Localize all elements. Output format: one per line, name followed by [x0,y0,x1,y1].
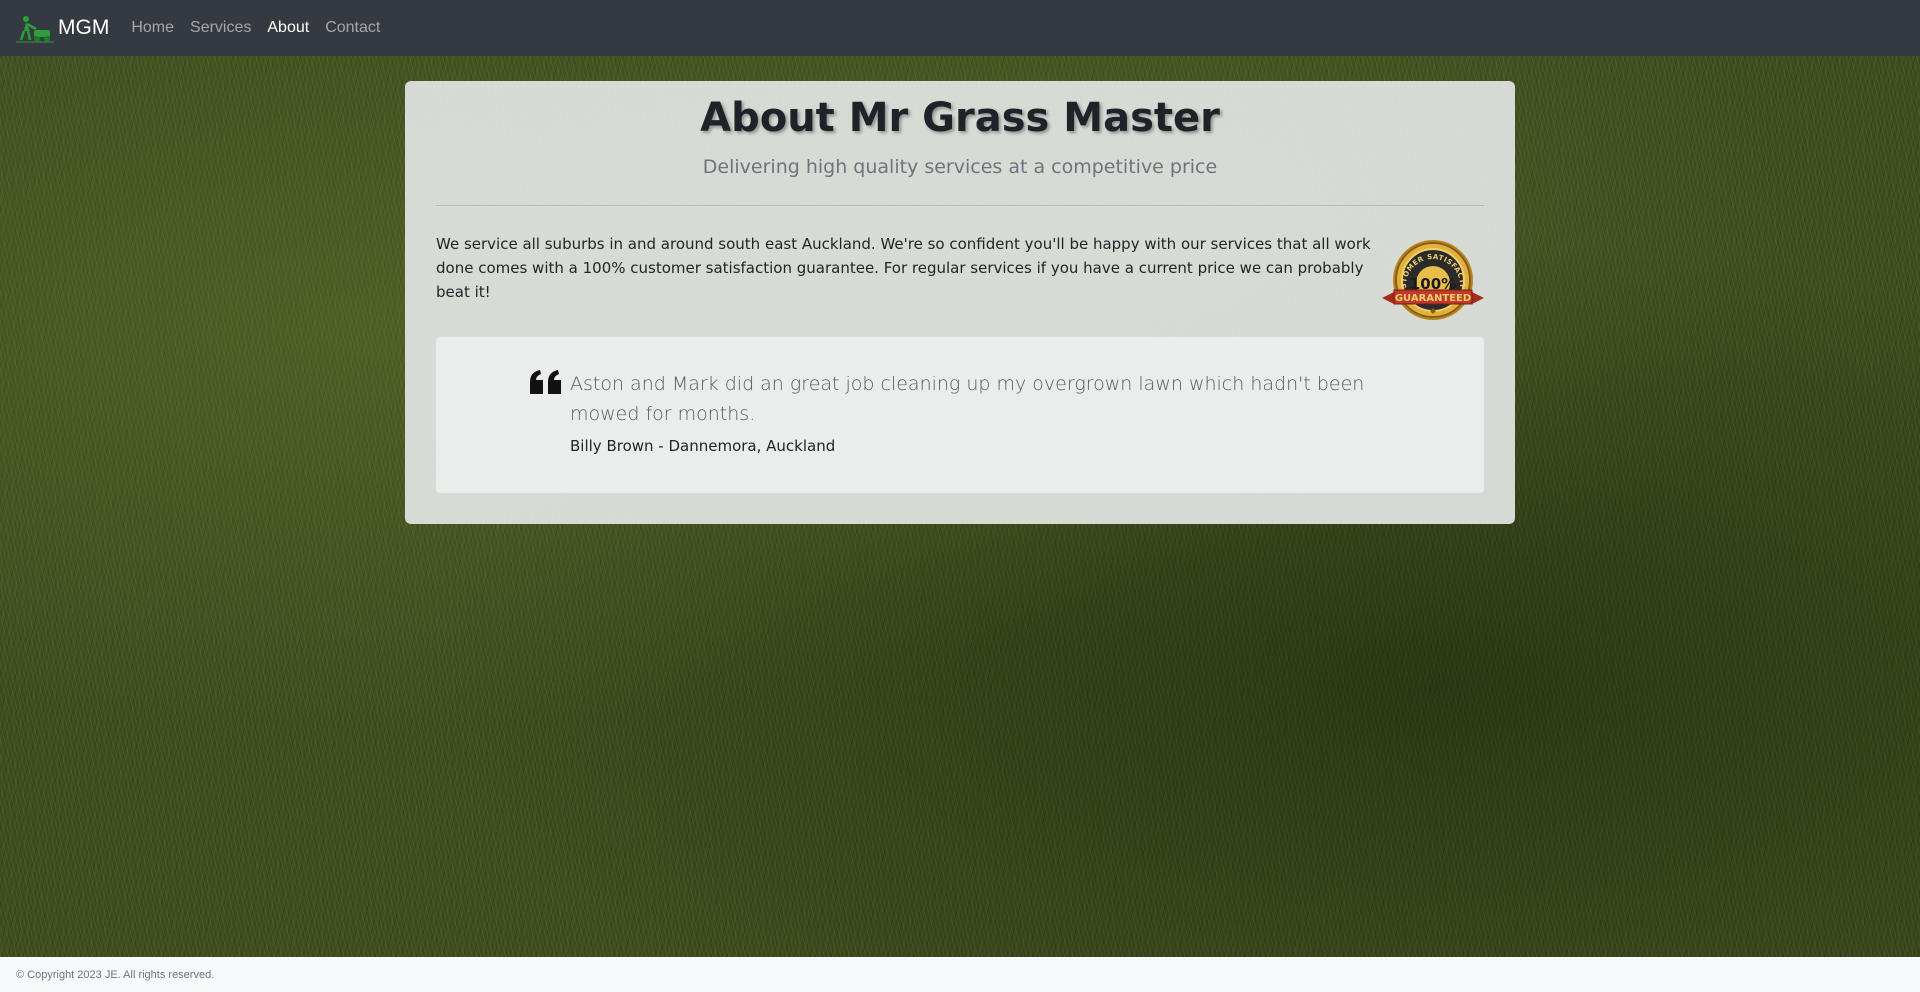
testimonial-author: Billy Brown - Dannemora, Auckland [570,437,836,455]
brand-name: MGM [58,16,110,39]
brand[interactable]: MGM [16,13,109,43]
top-navbar: MGM Home Services About Contact [0,0,1920,56]
quote-icon [530,370,561,394]
footer: © Copyright 2023 JE. All rights reserved… [0,957,1920,992]
nav-services-link[interactable]: Services [190,19,251,37]
nav-home-link[interactable]: Home [131,19,174,37]
testimonial-box: Aston and Mark did an great job cleaning… [436,337,1484,493]
nav-about-link[interactable]: About [267,19,309,37]
page-title: About Mr Grass Master [700,95,1220,141]
page-subtitle: Delivering high quality services at a co… [702,156,1218,178]
nav-contact-link[interactable]: Contact [325,19,380,37]
satisfaction-guarantee-badge: CUSTOMER SATISFACTION 100% GUARANTEED [1377,230,1485,331]
svg-text:GUARANTEED: GUARANTEED [1395,293,1471,304]
divider [436,205,1484,206]
testimonial-text: Aston and Mark did an great job cleaning… [570,373,1365,425]
lawnmower-icon [16,16,54,43]
about-panel: About Mr Grass Master Delivering high qu… [405,81,1515,524]
copyright-text: © Copyright 2023 JE. All rights reserved… [16,968,215,981]
about-intro-text: We service all suburbs in and around sou… [436,235,1371,301]
